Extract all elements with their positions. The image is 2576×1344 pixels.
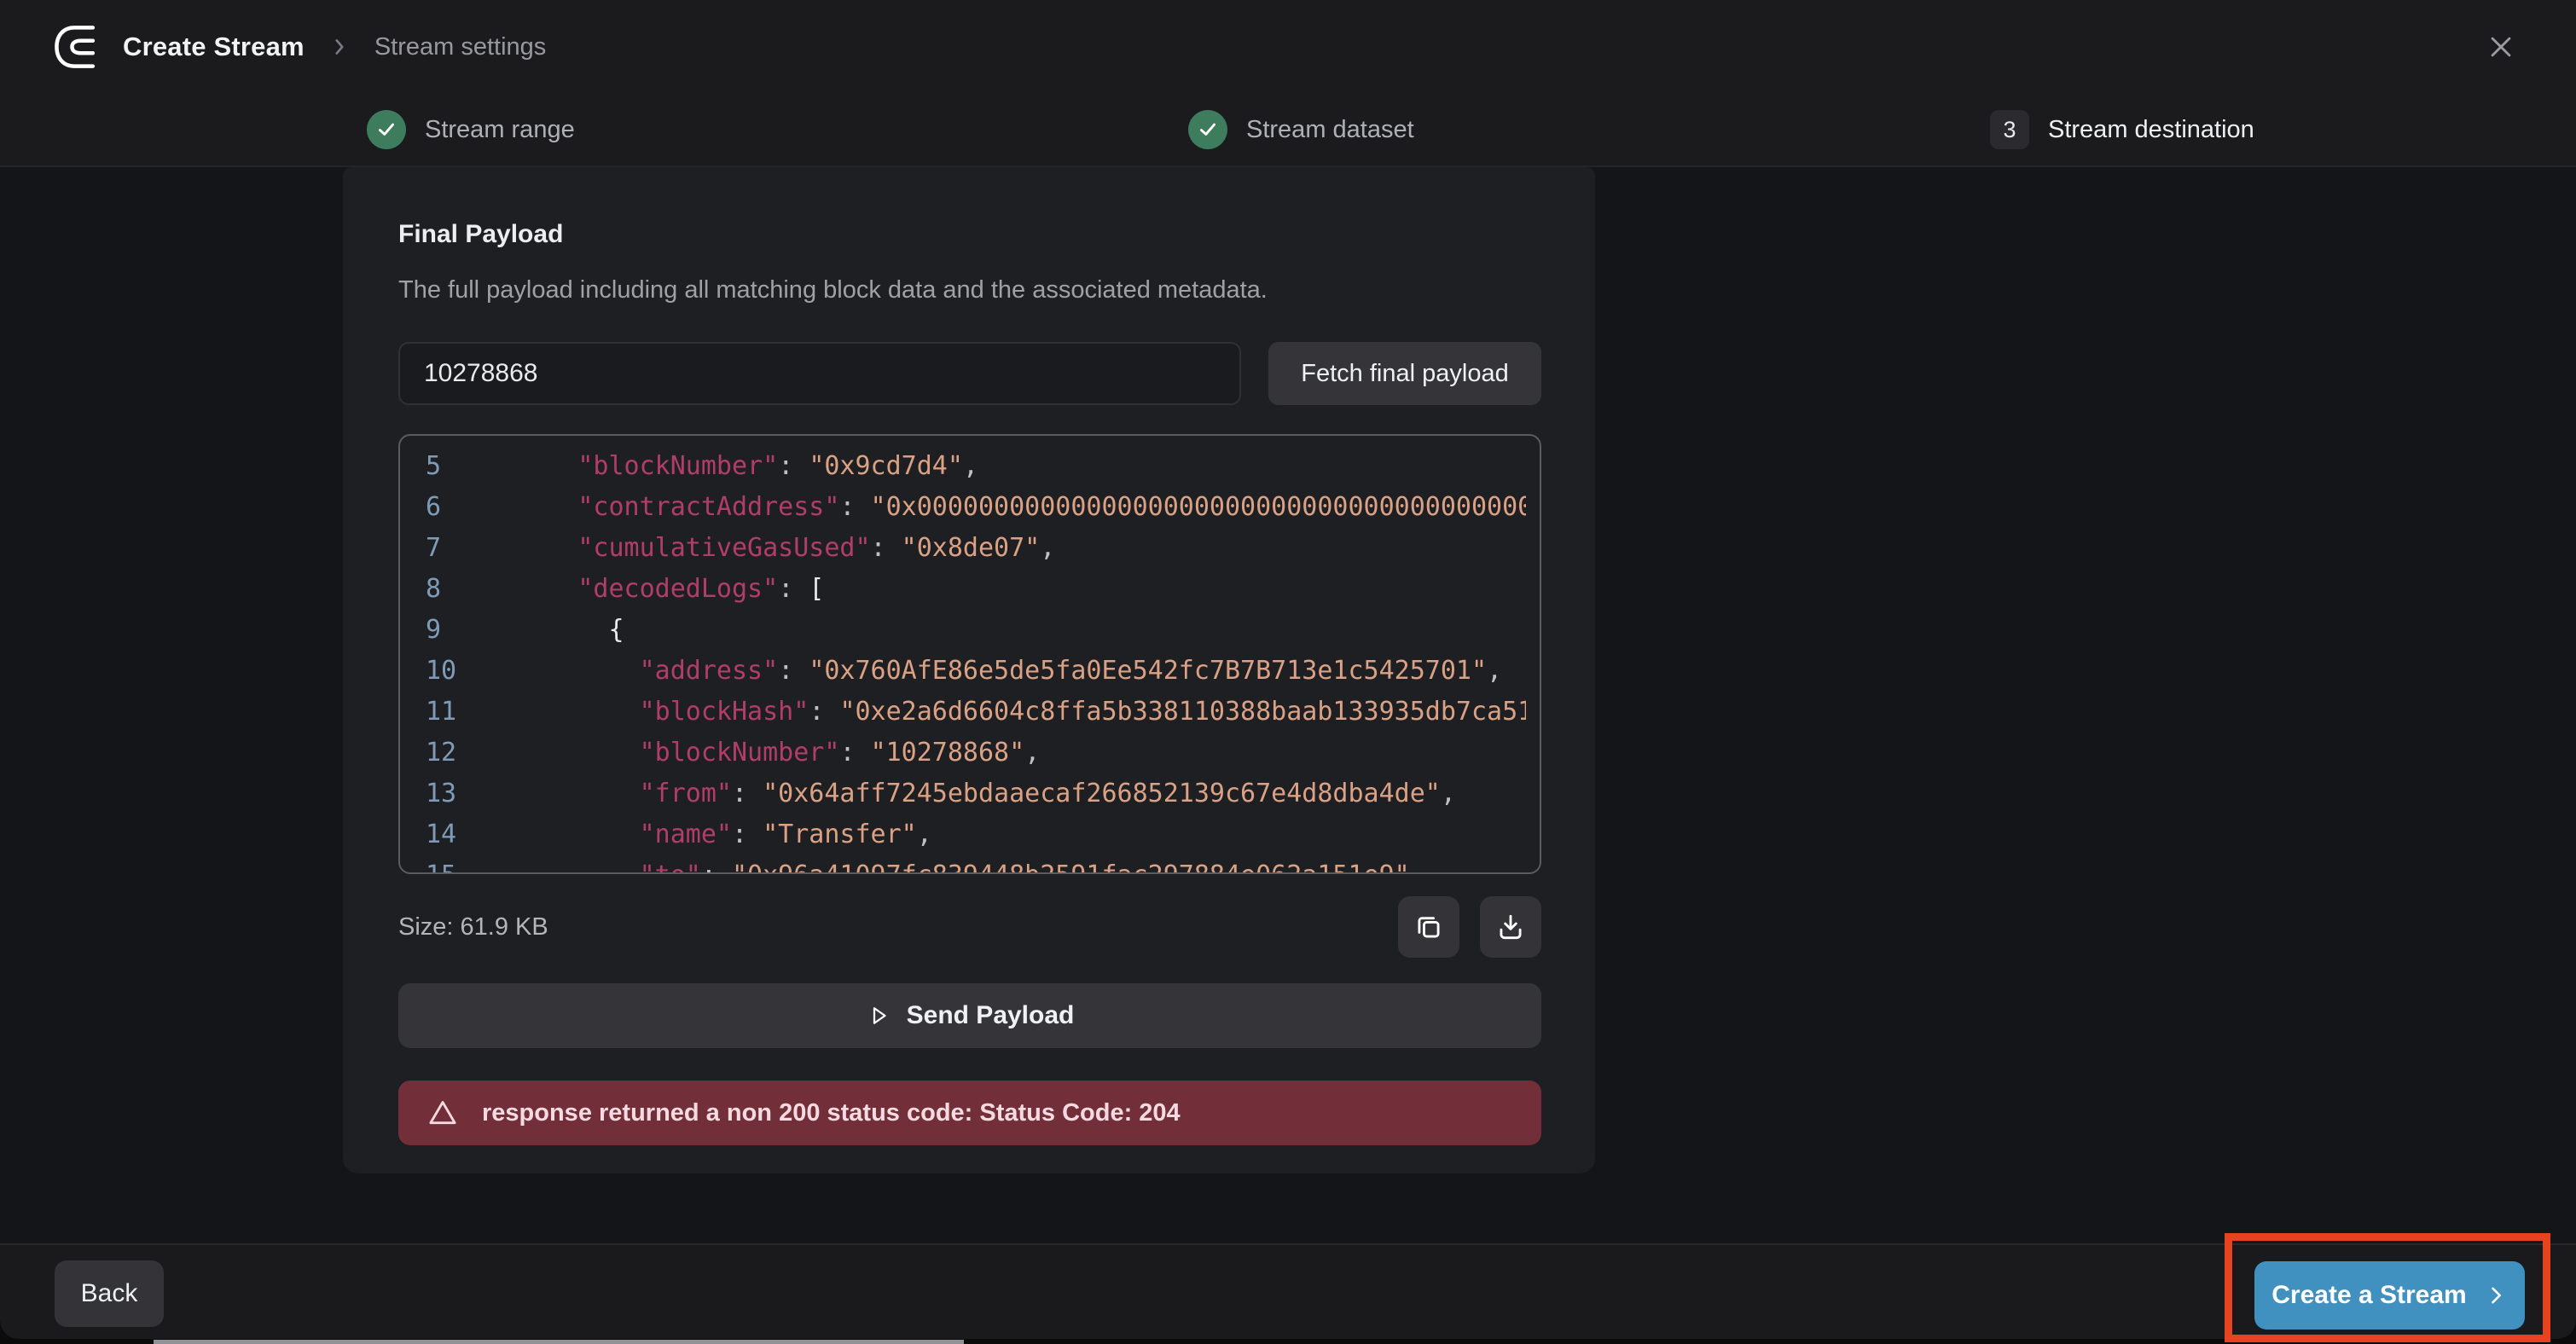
- send-payload-label: Send Payload: [907, 1001, 1075, 1030]
- code-line: 9 {: [426, 610, 1526, 651]
- copy-icon: [1413, 911, 1445, 943]
- code-line: 14 "name": "Transfer",: [426, 814, 1526, 855]
- fetch-row: Fetch final payload: [398, 342, 1541, 405]
- code-line: 8 "decodedLogs": [: [426, 569, 1526, 610]
- size-row: Size: 61.9 KB: [398, 896, 1541, 958]
- create-stream-label: Create a Stream: [2271, 1281, 2466, 1310]
- section-description: The full payload including all matching …: [398, 276, 1541, 304]
- tab-stream-range[interactable]: Stream range: [367, 94, 575, 165]
- step-label: Stream dataset: [1246, 116, 1414, 144]
- check-icon: [367, 110, 406, 149]
- copy-button[interactable]: [1398, 896, 1459, 958]
- send-payload-button[interactable]: Send Payload: [398, 983, 1541, 1048]
- error-message: response returned a non 200 status code:…: [482, 1099, 1181, 1127]
- final-payload-panel: Final Payload The full payload including…: [343, 167, 1595, 1173]
- section-title: Final Payload: [398, 220, 1541, 249]
- close-icon[interactable]: [2477, 23, 2525, 71]
- download-icon: [1494, 911, 1527, 943]
- streams-logo-icon: [51, 23, 101, 71]
- page-title: Create Stream: [123, 32, 305, 62]
- footer: Back Create a Stream: [0, 1243, 2576, 1339]
- error-banner: response returned a non 200 status code:…: [398, 1080, 1541, 1145]
- background-page-edge: [154, 1340, 964, 1344]
- main-area: Final Payload The full payload including…: [0, 167, 2576, 1243]
- step-number-badge: 3: [1990, 110, 2029, 149]
- breadcrumb: Stream settings: [374, 33, 546, 61]
- download-button[interactable]: [1480, 896, 1541, 958]
- tab-stream-destination[interactable]: 3 Stream destination: [1990, 94, 2254, 165]
- play-icon: [866, 1003, 891, 1028]
- payload-size-label: Size: 61.9 KB: [398, 913, 548, 941]
- code-line: 15 "to": "0x96a41097fc839448b2591fac2978…: [426, 855, 1526, 874]
- step-bar: Stream range Stream dataset 3 Stream des…: [0, 94, 2576, 167]
- header: Create Stream Stream settings: [0, 0, 2576, 94]
- warning-triangle-icon: [426, 1096, 460, 1130]
- chevron-right-icon: [2484, 1283, 2508, 1307]
- check-icon: [1188, 110, 1227, 149]
- fetch-final-payload-button[interactable]: Fetch final payload: [1268, 342, 1541, 405]
- step-label: Stream range: [425, 116, 575, 144]
- create-stream-modal: Create Stream Stream settings Stream ran…: [0, 0, 2576, 1344]
- chevron-right-icon: [328, 36, 351, 58]
- code-line: 10 "address": "0x760AfE86e5de5fa0Ee542fc…: [426, 651, 1526, 692]
- code-line: 7 "cumulativeGasUsed": "0x8de07",: [426, 528, 1526, 569]
- create-stream-button[interactable]: Create a Stream: [2254, 1261, 2525, 1330]
- block-number-input[interactable]: [398, 342, 1241, 405]
- code-line: 5 "blockNumber": "0x9cd7d4",: [426, 446, 1526, 487]
- back-button[interactable]: Back: [55, 1260, 164, 1327]
- code-line: 11 "blockHash": "0xe2a6d6604c8ffa5b33811…: [426, 692, 1526, 733]
- payload-code-viewer[interactable]: 5 "blockNumber": "0x9cd7d4",6 "contractA…: [398, 434, 1541, 874]
- code-line: 13 "from": "0x64aff7245ebdaaecaf26685213…: [426, 773, 1526, 814]
- code-line: 12 "blockNumber": "10278868",: [426, 733, 1526, 773]
- code-lines: 5 "blockNumber": "0x9cd7d4",6 "contractA…: [426, 446, 1526, 874]
- code-line: 6 "contractAddress": "0x0000000000000000…: [426, 487, 1526, 528]
- tab-stream-dataset[interactable]: Stream dataset: [1188, 94, 1414, 165]
- step-label: Stream destination: [2048, 116, 2254, 144]
